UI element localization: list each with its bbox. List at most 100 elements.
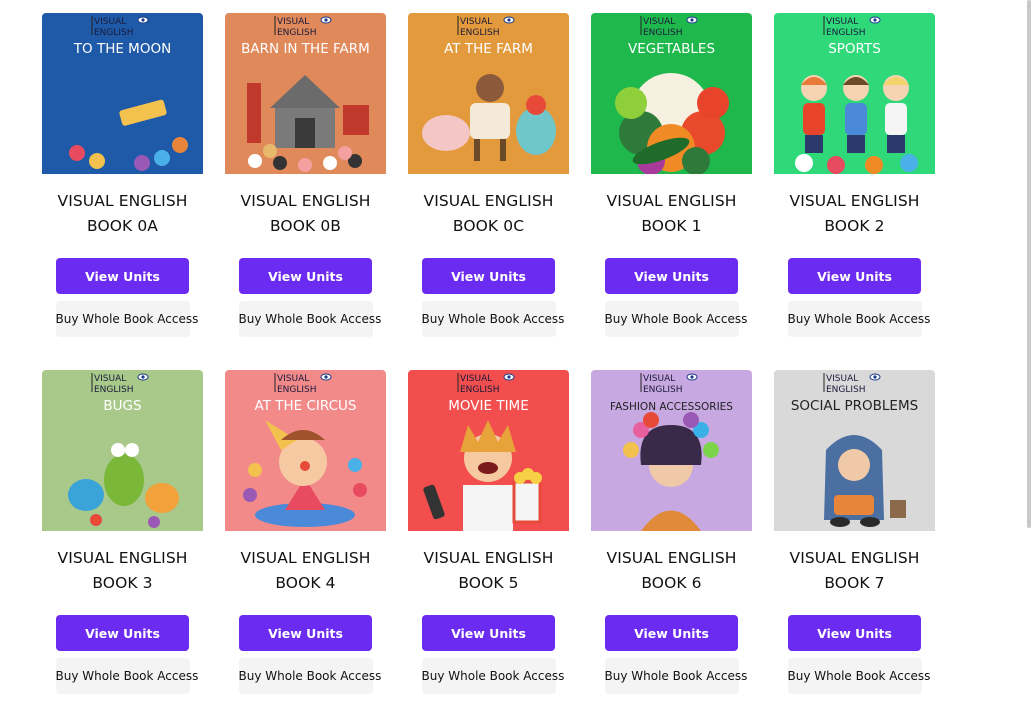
buy-whole-book-access-button[interactable]: Buy Whole Book Access — [421, 301, 564, 337]
book-number-label: BOOK 0B — [269, 217, 342, 235]
book-title: VISUAL ENGLISH BOOK 4 — [240, 546, 370, 596]
book-title: VISUAL ENGLISH BOOK 0C — [423, 189, 553, 239]
svg-text:VISUAL: VISUAL — [460, 374, 492, 384]
svg-text:ENGLISH: ENGLISH — [460, 28, 500, 38]
book-cover-image[interactable]: VISUAL ENGLISH AT THE CIRCUS — [225, 370, 386, 531]
book-number-label: BOOK 3 — [92, 574, 153, 592]
svg-text:ENGLISH: ENGLISH — [277, 385, 317, 395]
book-series-label: VISUAL ENGLISH — [423, 549, 554, 567]
page-scrollbar[interactable] — [1027, 0, 1031, 528]
cover-title: BARN IN THE FARM — [241, 41, 370, 57]
book-number-label: BOOK 7 — [824, 574, 885, 592]
svg-text:ENGLISH: ENGLISH — [94, 385, 134, 395]
book-number-label: BOOK 4 — [275, 574, 336, 592]
book-series-label: VISUAL ENGLISH — [789, 549, 920, 567]
book-card: VISUAL ENGLISH AT THE CIRCUS VISUAL ENGLISH… — [225, 370, 386, 694]
buy-whole-book-access-button[interactable]: Buy Whole Book Access — [787, 301, 930, 337]
book-series-label: VISUAL ENGLISH — [240, 192, 371, 210]
svg-text:ENGLISH: ENGLISH — [826, 28, 866, 38]
svg-text:VISUAL: VISUAL — [460, 17, 492, 27]
book-number-label: BOOK 2 — [824, 217, 885, 235]
book-series-label: VISUAL ENGLISH — [423, 192, 554, 210]
book-series-label: VISUAL ENGLISH — [57, 192, 188, 210]
view-units-button[interactable]: View Units — [239, 615, 372, 651]
view-units-button[interactable]: View Units — [422, 615, 555, 651]
book-cover-image[interactable]: VISUAL ENGLISH BARN IN THE FARM — [225, 13, 386, 174]
view-units-button[interactable]: View Units — [56, 258, 189, 294]
svg-text:VISUAL: VISUAL — [826, 374, 858, 384]
cover-title: FASHION ACCESSORIES — [610, 401, 733, 413]
svg-text:ENGLISH: ENGLISH — [460, 385, 500, 395]
book-grid: VISUAL ENGLISH TO THE MOON VISUAL ENGLISH BO… — [42, 13, 935, 694]
cover-title: BUGS — [103, 398, 141, 414]
book-card: VISUAL ENGLISH BUGS VISUAL ENGLISH BOOK 3 Vie… — [42, 370, 203, 694]
book-series-label: VISUAL ENGLISH — [606, 192, 737, 210]
view-units-button[interactable]: View Units — [56, 615, 189, 651]
book-cover-image[interactable]: VISUAL ENGLISH AT THE FARM — [408, 13, 569, 174]
svg-text:ENGLISH: ENGLISH — [826, 385, 866, 395]
cover-title: AT THE FARM — [444, 41, 533, 57]
book-title: VISUAL ENGLISH BOOK 2 — [789, 189, 919, 239]
book-card: VISUAL ENGLISH SPORTS VISUAL ENGLISH BOOK 2V… — [774, 13, 935, 337]
book-title: VISUAL ENGLISH BOOK 7 — [789, 546, 919, 596]
book-title: VISUAL ENGLISH BOOK 3 — [57, 546, 187, 596]
view-units-button[interactable]: View Units — [788, 615, 921, 651]
book-title: VISUAL ENGLISH BOOK 6 — [606, 546, 736, 596]
book-cover-image[interactable]: VISUAL ENGLISH TO THE MOON — [42, 13, 203, 174]
book-title: VISUAL ENGLISH BOOK 1 — [606, 189, 736, 239]
view-units-button[interactable]: View Units — [239, 258, 372, 294]
book-cover-image[interactable]: VISUAL ENGLISH SOCIAL PROBLEMS — [774, 370, 935, 531]
book-series-label: VISUAL ENGLISH — [240, 549, 371, 567]
buy-whole-book-access-button[interactable]: Buy Whole Book Access — [238, 658, 381, 694]
book-number-label: BOOK 0C — [452, 217, 525, 235]
svg-text:ENGLISH: ENGLISH — [643, 28, 683, 38]
buy-whole-book-access-button[interactable]: Buy Whole Book Access — [55, 658, 198, 694]
book-cover-image[interactable]: VISUAL ENGLISH MOVIE TIME — [408, 370, 569, 531]
buy-whole-book-access-button[interactable]: Buy Whole Book Access — [787, 658, 930, 694]
buy-whole-book-access-button[interactable]: Buy Whole Book Access — [238, 301, 381, 337]
book-title: VISUAL ENGLISH BOOK 0B — [240, 189, 370, 239]
book-card: VISUAL ENGLISH SOCIAL PROBLEMS VISUAL ENGLI… — [774, 370, 935, 694]
book-number-label: BOOK 1 — [641, 217, 702, 235]
cover-title: VEGETABLES — [628, 41, 715, 57]
cover-title: SPORTS — [828, 41, 881, 57]
book-series-label: VISUAL ENGLISH — [606, 549, 737, 567]
svg-text:VISUAL: VISUAL — [94, 17, 126, 27]
svg-text:ENGLISH: ENGLISH — [643, 385, 683, 395]
view-units-button[interactable]: View Units — [605, 258, 738, 294]
svg-text:ENGLISH: ENGLISH — [277, 28, 317, 38]
buy-whole-book-access-button[interactable]: Buy Whole Book Access — [604, 301, 747, 337]
book-cover-image[interactable]: VISUAL ENGLISH VEGETABLES — [591, 13, 752, 174]
book-cover-image[interactable]: VISUAL ENGLISH FASHION ACCESSORIES — [591, 370, 752, 531]
book-card: VISUAL ENGLISH MOVIE TIME VISUAL ENGLISH BOO… — [408, 370, 569, 694]
book-number-label: BOOK 6 — [641, 574, 702, 592]
book-number-label: BOOK 5 — [458, 574, 519, 592]
svg-text:VISUAL: VISUAL — [826, 17, 858, 27]
svg-text:VISUAL: VISUAL — [277, 17, 309, 27]
book-card: VISUAL ENGLISH AT THE FARM VISUAL ENGLISH BO… — [408, 13, 569, 337]
cover-title: SOCIAL PROBLEMS — [791, 398, 918, 414]
book-number-label: BOOK 0A — [86, 217, 159, 235]
book-cover-image[interactable]: VISUAL ENGLISH BUGS — [42, 370, 203, 531]
svg-text:VISUAL: VISUAL — [643, 17, 675, 27]
buy-whole-book-access-button[interactable]: Buy Whole Book Access — [55, 301, 198, 337]
view-units-button[interactable]: View Units — [422, 258, 555, 294]
book-cover-image[interactable]: VISUAL ENGLISH SPORTS — [774, 13, 935, 174]
cover-title: MOVIE TIME — [448, 398, 528, 414]
book-series-label: VISUAL ENGLISH — [57, 549, 188, 567]
book-title: VISUAL ENGLISH BOOK 5 — [423, 546, 553, 596]
book-card: VISUAL ENGLISH FASHION ACCESSORIES VISUAL E… — [591, 370, 752, 694]
book-card: VISUAL ENGLISH VEGETABLES VISUAL ENGLISH BOO… — [591, 13, 752, 337]
view-units-button[interactable]: View Units — [788, 258, 921, 294]
book-title: VISUAL ENGLISH BOOK 0A — [57, 189, 187, 239]
book-card: VISUAL ENGLISH TO THE MOON VISUAL ENGLISH BO… — [42, 13, 203, 337]
buy-whole-book-access-button[interactable]: Buy Whole Book Access — [421, 658, 564, 694]
view-units-button[interactable]: View Units — [605, 615, 738, 651]
svg-text:VISUAL: VISUAL — [94, 374, 126, 384]
svg-text:VISUAL: VISUAL — [643, 374, 675, 384]
book-card: VISUAL ENGLISH BARN IN THE FARM VISUAL ENGL… — [225, 13, 386, 337]
buy-whole-book-access-button[interactable]: Buy Whole Book Access — [604, 658, 747, 694]
svg-text:ENGLISH: ENGLISH — [94, 28, 134, 38]
svg-text:VISUAL: VISUAL — [277, 374, 309, 384]
book-series-label: VISUAL ENGLISH — [789, 192, 920, 210]
